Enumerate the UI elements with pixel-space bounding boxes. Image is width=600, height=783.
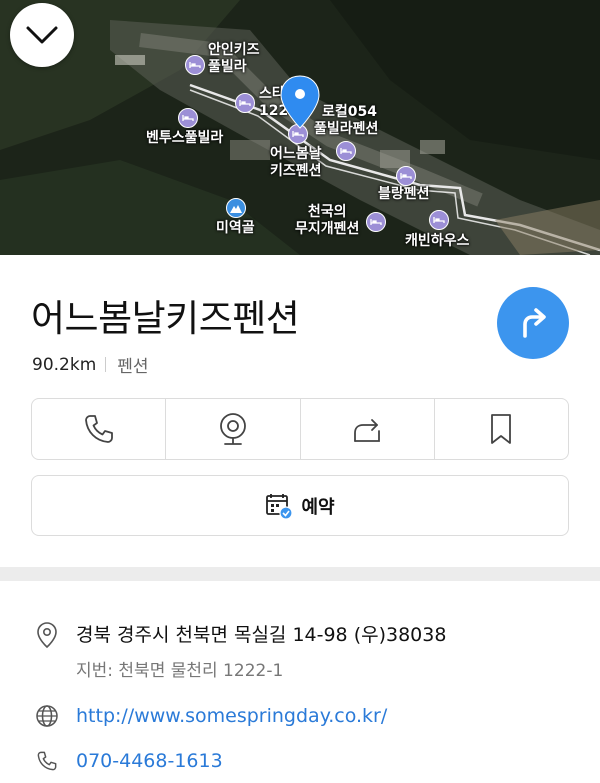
map-poi-blang[interactable]: 블랑펜션 bbox=[378, 166, 430, 203]
meta-separator bbox=[105, 357, 107, 372]
poi-label: 어느봄날 bbox=[270, 146, 322, 162]
poi-label: 천국의 bbox=[307, 204, 347, 220]
map-poi-miyeokgol[interactable]: 미역골 bbox=[216, 220, 255, 237]
phone-icon bbox=[34, 748, 60, 774]
bookmark-icon bbox=[491, 414, 512, 444]
calendar-check-icon bbox=[266, 493, 294, 520]
poi-label: 키즈펜션 bbox=[270, 163, 322, 179]
phone-icon bbox=[84, 415, 113, 443]
distance-text: 90.2km bbox=[32, 354, 97, 375]
map-view[interactable]: 안인키즈 풀빌라 스타 1222 로컬054 풀빌라펜션 벤투스풀빌라 어느봄날 키즈… bbox=[0, 0, 600, 255]
phone-row: 070-4468-1613 bbox=[34, 748, 223, 774]
bed-icon bbox=[178, 108, 198, 128]
poi-label: 벤투스풀빌라 bbox=[146, 130, 224, 146]
action-bar bbox=[31, 398, 569, 460]
globe-icon bbox=[34, 703, 60, 729]
map-poi-aein-kids[interactable]: 안인키즈 풀빌라 bbox=[185, 42, 260, 76]
save-button[interactable] bbox=[435, 399, 568, 459]
poi-label: 풀빌라 bbox=[208, 59, 247, 75]
reserve-button[interactable]: 예약 bbox=[31, 475, 569, 536]
poi-label: 미역골 bbox=[216, 220, 255, 236]
collapse-map-button[interactable] bbox=[10, 3, 74, 67]
poi-label: 풀빌라펜션 bbox=[314, 121, 379, 137]
chevron-down-icon bbox=[26, 26, 58, 44]
map-poi-cabin[interactable]: 캐빈하우스 bbox=[405, 210, 469, 250]
share-button[interactable] bbox=[301, 399, 435, 459]
map-poi-eoneubomnal[interactable]: 어느봄날 키즈펜션 bbox=[270, 146, 322, 180]
jibun-address: 지번: 천북면 물천리 1222-1 bbox=[76, 661, 284, 681]
map-poi-rainbow[interactable]: 천국의 무지개펜션 bbox=[295, 204, 359, 238]
poi-label: 안인키즈 bbox=[208, 42, 260, 58]
directions-button[interactable] bbox=[497, 287, 569, 359]
reserve-label: 예약 bbox=[301, 496, 335, 518]
phone-link[interactable]: 070-4468-1613 bbox=[76, 748, 223, 774]
category-text: 펜션 bbox=[117, 357, 149, 377]
bed-icon bbox=[185, 55, 205, 75]
website-row: http://www.somespringday.co.kr/ bbox=[34, 703, 387, 729]
section-divider bbox=[0, 567, 600, 581]
webcam-icon bbox=[219, 413, 246, 445]
map-poi-local-marker[interactable] bbox=[336, 141, 356, 161]
bed-icon bbox=[235, 93, 255, 113]
bed-icon bbox=[336, 141, 356, 161]
address-row: 경북 경주시 천북면 목실길 14-98 (우)38038 bbox=[34, 622, 446, 649]
share-icon bbox=[354, 419, 381, 442]
poi-label: 로컬054 bbox=[322, 104, 377, 120]
place-meta: 90.2km 펜션 bbox=[32, 352, 149, 378]
poi-label: 무지개펜션 bbox=[295, 221, 360, 237]
bed-icon bbox=[396, 166, 416, 186]
call-button[interactable] bbox=[32, 399, 167, 459]
turn-right-arrow-icon bbox=[523, 308, 546, 338]
address-text[interactable]: 경북 경주시 천북면 목실길 14-98 (우)38038 bbox=[76, 622, 446, 648]
map-poi-rainbow-marker[interactable] bbox=[366, 212, 386, 232]
map-poi-local054[interactable]: 로컬054 풀빌라펜션 bbox=[314, 104, 378, 138]
place-title: 어느봄날키즈펜션 bbox=[31, 297, 300, 340]
bed-icon bbox=[429, 210, 449, 230]
mountain-icon[interactable] bbox=[226, 198, 246, 218]
bed-icon bbox=[366, 212, 386, 232]
location-pin-outline-icon bbox=[34, 622, 60, 649]
website-link[interactable]: http://www.somespringday.co.kr/ bbox=[76, 703, 387, 729]
location-pin-icon bbox=[280, 75, 320, 129]
poi-label: 캐빈하우스 bbox=[405, 233, 470, 249]
poi-label: 블랑펜션 bbox=[378, 186, 430, 202]
street-view-button[interactable] bbox=[166, 399, 301, 459]
map-poi-bentus[interactable]: 벤투스풀빌라 bbox=[146, 108, 223, 147]
